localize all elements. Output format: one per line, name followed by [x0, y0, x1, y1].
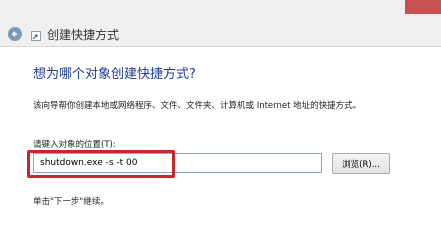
close-button[interactable] — [405, 0, 441, 14]
window-title: 创建快捷方式 — [47, 28, 120, 42]
title-bar: 创建快捷方式 — [0, 0, 441, 46]
location-input[interactable] — [33, 153, 322, 173]
location-label: 请键入对象的位置(T): — [33, 140, 116, 150]
back-arrow-icon — [11, 31, 17, 37]
next-step-hint: 单击"下一步"继续。 — [33, 197, 109, 207]
wizard-description: 该向导帮你创建本地或网络程序、文件、文件夹、计算机或 Internet 地址的快… — [33, 101, 362, 111]
page-heading: 想为哪个对象创建快捷方式? — [33, 67, 196, 82]
shortcut-wizard-icon — [31, 31, 41, 41]
back-button[interactable] — [8, 27, 22, 41]
title-divider — [0, 46, 441, 47]
browse-button[interactable]: 浏览(R)... — [332, 153, 390, 174]
